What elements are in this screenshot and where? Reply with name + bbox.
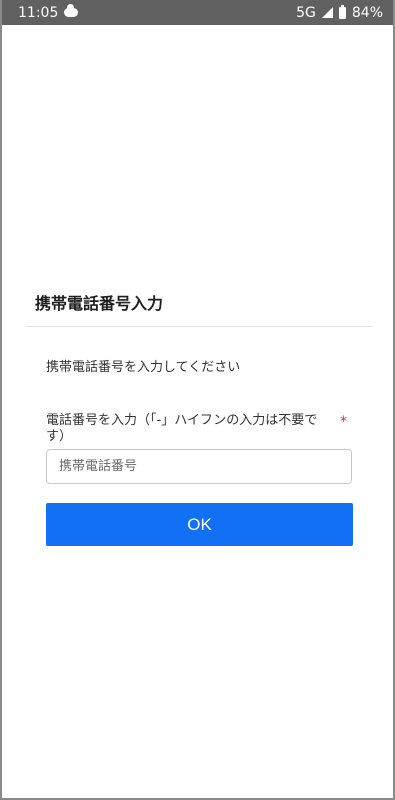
status-time: 11:05 [18, 4, 59, 21]
phone-number-input[interactable] [46, 449, 352, 484]
ok-button[interactable]: OK [46, 503, 353, 546]
battery-icon [338, 4, 346, 19]
signal-icon [321, 7, 333, 18]
status-bar-left: 11:05 [18, 4, 79, 21]
instruction-text: 携帯電話番号を入力してください [46, 360, 241, 375]
phone-field-label: 電話番号を入力（「-」ハイフンの入力は不要です） [46, 413, 318, 444]
cloud-icon [64, 4, 79, 17]
network-type: 5G [296, 4, 316, 21]
status-bar-right: 5G 84% [296, 4, 383, 21]
battery-level: 84% [351, 4, 383, 21]
divider [25, 326, 373, 327]
status-bar: 11:05 5G 84% [2, 0, 393, 25]
required-mark: * [340, 414, 347, 430]
dialog-title: 携帯電話番号入力 [35, 294, 164, 313]
